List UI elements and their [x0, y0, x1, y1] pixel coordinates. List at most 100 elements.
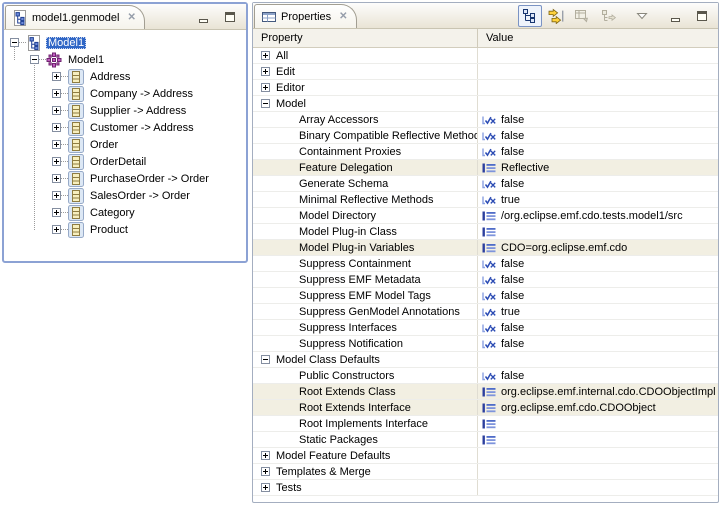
show-advanced-properties-button[interactable]	[544, 5, 568, 27]
text-value-icon	[481, 241, 497, 255]
property-row-root-extends-class[interactable]: Root Extends Classorg.eclipse.emf.intern…	[253, 384, 718, 400]
property-value-cell: false	[478, 144, 718, 159]
property-row-feature-delegation[interactable]: Feature DelegationReflective	[253, 160, 718, 176]
property-row-suppress-emf-metadata[interactable]: Suppress EMF Metadatafalse	[253, 272, 718, 288]
tree-item-orderdetail-2[interactable]: OrderDetail	[4, 153, 246, 170]
category-row-editor[interactable]: Editor	[253, 80, 718, 96]
category-row-model[interactable]: Model	[253, 96, 718, 112]
category-label: Tests	[276, 482, 302, 494]
category-row-model-class-defaults[interactable]: Model Class Defaults	[253, 352, 718, 368]
property-row-minimal-reflective-methods[interactable]: Minimal Reflective Methodstrue	[253, 192, 718, 208]
restore-default-value-button[interactable]	[570, 5, 594, 27]
property-row-suppress-emf-model-tags[interactable]: Suppress EMF Model Tagsfalse	[253, 288, 718, 304]
tree-item-label: Product	[88, 224, 130, 236]
tree-item-supplier-address-2[interactable]: Supplier -> Address	[4, 102, 246, 119]
property-row-root-implements-interface[interactable]: Root Implements Interface	[253, 416, 718, 432]
category-row-model-feature-defaults[interactable]: Model Feature Defaults	[253, 448, 718, 464]
category-row-edit[interactable]: Edit	[253, 64, 718, 80]
tree-item-order-2[interactable]: Order	[4, 136, 246, 153]
tree-item-product-2[interactable]: Product	[4, 221, 246, 238]
category-row-all[interactable]: All	[253, 48, 718, 64]
pin-to-selection-button[interactable]	[596, 5, 620, 27]
column-header-value[interactable]: Value	[478, 29, 718, 47]
property-label: Containment Proxies	[299, 146, 401, 158]
tree-expand-toggle[interactable]	[52, 208, 61, 217]
maximize-button[interactable]	[690, 5, 714, 27]
tree-item-category-2[interactable]: Category	[4, 204, 246, 221]
view-menu-button[interactable]	[630, 5, 654, 27]
tree-expand-toggle[interactable]	[52, 123, 61, 132]
tree-expand-toggle[interactable]	[52, 157, 61, 166]
category-expand-toggle[interactable]	[261, 51, 270, 60]
property-row-suppress-containment[interactable]: Suppress Containmentfalse	[253, 256, 718, 272]
property-row-generate-schema[interactable]: Generate Schemafalse	[253, 176, 718, 192]
property-value-cell: true	[478, 304, 718, 319]
property-name-cell: Suppress EMF Model Tags	[253, 288, 478, 303]
tree-item-company-address-2[interactable]: Company -> Address	[4, 85, 246, 102]
property-label: Binary Compatible Reflective Methods	[299, 130, 478, 142]
property-name-cell: Model Plug-in Variables	[253, 240, 478, 255]
tree-connector	[61, 229, 68, 230]
tree-item-salesorder-order-2[interactable]: SalesOrder -> Order	[4, 187, 246, 204]
column-header-property[interactable]: Property	[253, 29, 478, 47]
category-expand-toggle[interactable]	[261, 67, 270, 76]
property-label: Suppress Notification	[299, 338, 403, 350]
close-icon[interactable]: ✕	[127, 12, 135, 23]
class-icon	[68, 171, 84, 187]
tree-expand-toggle[interactable]	[52, 106, 61, 115]
category-row-tests[interactable]: Tests	[253, 480, 718, 496]
category-expand-toggle[interactable]	[261, 355, 270, 364]
tree-item-address-2[interactable]: Address	[4, 68, 246, 85]
minimize-button[interactable]	[664, 5, 688, 27]
tab-model1-genmodel[interactable]: model1.genmodel ✕	[5, 5, 145, 29]
property-row-suppress-interfaces[interactable]: Suppress Interfacesfalse	[253, 320, 718, 336]
property-value-cell: org.eclipse.emf.internal.cdo.CDOObjectIm…	[478, 384, 718, 399]
property-label: Suppress GenModel Annotations	[299, 306, 460, 318]
tree-item-label: Model1	[46, 37, 86, 49]
tree-expand-toggle[interactable]	[52, 191, 61, 200]
tree-connector	[61, 127, 68, 128]
property-row-model-plug-in-variables[interactable]: Model Plug-in VariablesCDO=org.eclipse.e…	[253, 240, 718, 256]
category-expand-toggle[interactable]	[261, 83, 270, 92]
property-row-suppress-genmodel-annotations[interactable]: Suppress GenModel Annotations true	[253, 304, 718, 320]
tree-expand-toggle[interactable]	[10, 38, 19, 47]
tree-expand-toggle[interactable]	[30, 55, 39, 64]
tree-expand-toggle[interactable]	[52, 140, 61, 149]
property-row-suppress-notification[interactable]: Suppress Notificationfalse	[253, 336, 718, 352]
category-expand-toggle[interactable]	[261, 451, 270, 460]
tree-expand-toggle[interactable]	[52, 72, 61, 81]
property-row-public-constructors[interactable]: Public Constructorsfalse	[253, 368, 718, 384]
tab-properties[interactable]: Properties ✕	[254, 4, 357, 28]
property-row-array-accessors[interactable]: Array Accessorsfalse	[253, 112, 718, 128]
property-row-root-extends-interface[interactable]: Root Extends Interfaceorg.eclipse.emf.cd…	[253, 400, 718, 416]
tree-expand-toggle[interactable]	[52, 174, 61, 183]
tree-item-model1-1[interactable]: Model1	[4, 51, 246, 68]
property-name-cell: All	[253, 48, 478, 63]
category-expand-toggle[interactable]	[261, 483, 270, 492]
category-row-templates-merge[interactable]: Templates & Merge	[253, 464, 718, 480]
property-row-model-directory[interactable]: Model Directory/org.eclipse.emf.cdo.test…	[253, 208, 718, 224]
maximize-button[interactable]	[218, 6, 242, 28]
editor-window-buttons	[192, 4, 246, 29]
property-value-cell	[478, 448, 718, 463]
properties-view-panel: Properties ✕ Property Value AllEditEdito…	[252, 2, 719, 503]
property-value-cell: CDO=org.eclipse.emf.cdo	[478, 240, 718, 255]
tree-item-model1-0[interactable]: Model1	[4, 34, 246, 51]
tree-expand-toggle[interactable]	[52, 89, 61, 98]
property-row-binary-compatible-reflective-methods[interactable]: Binary Compatible Reflective Methodsfals…	[253, 128, 718, 144]
boolean-value-icon	[481, 193, 497, 207]
tree-item-customer-address-2[interactable]: Customer -> Address	[4, 119, 246, 136]
tree-mode-button[interactable]	[518, 5, 542, 27]
tree-item-purchaseorder-order-2[interactable]: PurchaseOrder -> Order	[4, 170, 246, 187]
minimize-button[interactable]	[192, 6, 216, 28]
property-value-cell: false	[478, 320, 718, 335]
property-row-static-packages[interactable]: Static Packages	[253, 432, 718, 448]
category-expand-toggle[interactable]	[261, 467, 270, 476]
category-expand-toggle[interactable]	[261, 99, 270, 108]
property-row-containment-proxies[interactable]: Containment Proxies false	[253, 144, 718, 160]
boolean-value-icon	[481, 113, 497, 127]
tree-expand-toggle[interactable]	[52, 225, 61, 234]
property-row-model-plug-in-class[interactable]: Model Plug-in Class	[253, 224, 718, 240]
property-label: Static Packages	[299, 434, 378, 446]
close-icon[interactable]: ✕	[339, 11, 347, 22]
